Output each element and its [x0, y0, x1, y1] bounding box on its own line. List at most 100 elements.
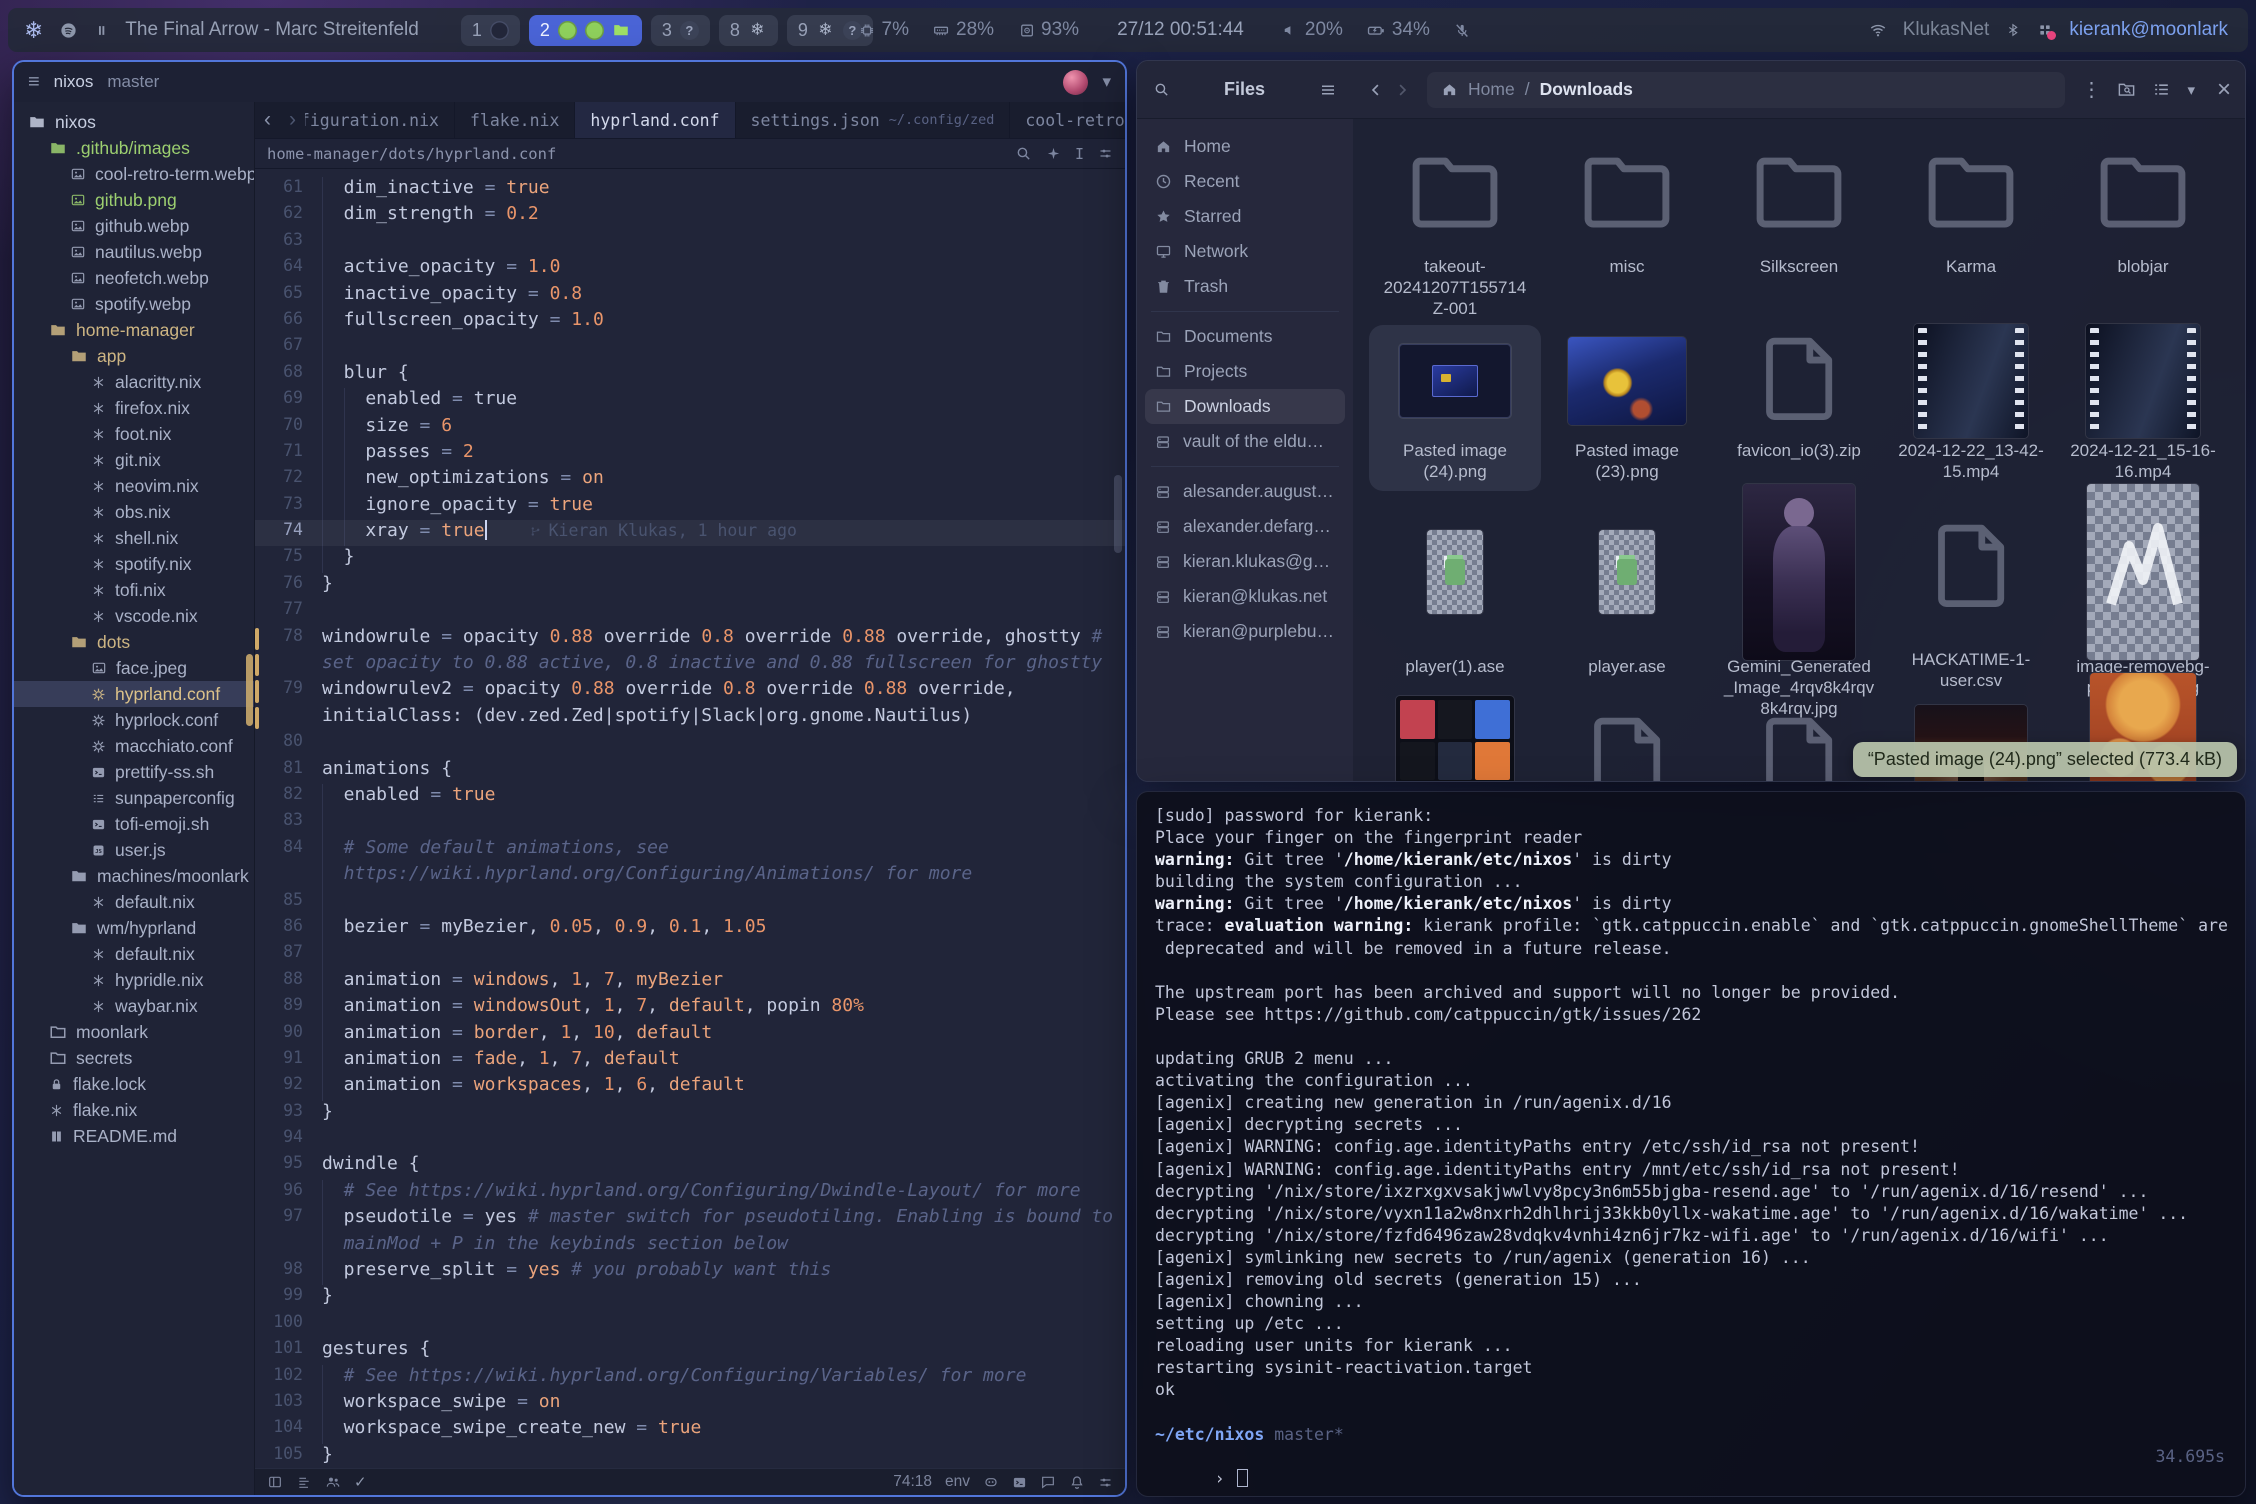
code-line-81[interactable]: 81animations {	[255, 758, 1125, 784]
sidebar-item-kieran-klukas-net[interactable]: kieran@klukas.net	[1145, 579, 1345, 614]
avatar[interactable]	[1063, 70, 1088, 95]
tree-item-wm/hyprland[interactable]: wm/hyprland	[14, 915, 254, 941]
file-item-player.ase[interactable]: player.ase	[1541, 491, 1713, 697]
code-line-70[interactable]: 70 size = 6	[255, 415, 1125, 441]
tree-item-github.webp[interactable]: github.webp	[14, 213, 254, 239]
tree-item-git.nix[interactable]: git.nix	[14, 447, 254, 473]
tree-item-neovim.nix[interactable]: neovim.nix	[14, 473, 254, 499]
tree-item-machines/moonlark[interactable]: machines/moonlark	[14, 863, 254, 889]
prompt-line[interactable]: › 34.695s	[1155, 1446, 2227, 1497]
tree-item-user.js[interactable]: JSuser.js	[14, 837, 254, 863]
tree-item-shell.nix[interactable]: shell.nix	[14, 525, 254, 551]
tree-item-waybar.nix[interactable]: waybar.nix	[14, 993, 254, 1019]
tree-item-default.nix[interactable]: default.nix	[14, 889, 254, 915]
file-item-player(1).ase[interactable]: player(1).ase	[1369, 491, 1541, 697]
tree-item-spotify.nix[interactable]: spotify.nix	[14, 551, 254, 577]
file-item-Silkscreen[interactable]: Silkscreen	[1713, 133, 1885, 325]
outline-panel-icon[interactable]	[296, 1474, 312, 1490]
crumb-home[interactable]: Home	[1468, 79, 1515, 100]
sidebar-item-trash[interactable]: Trash	[1145, 269, 1345, 304]
hamburger-menu-icon[interactable]	[1319, 81, 1337, 99]
cursor-position[interactable]: 74:18	[893, 1473, 932, 1491]
tree-item-app[interactable]: app	[14, 343, 254, 369]
code-line-96[interactable]: 96 # See https://wiki.hyprland.org/Confi…	[255, 1180, 1125, 1206]
code-line-95[interactable]: 95dwindle {	[255, 1153, 1125, 1179]
kebab-menu-icon[interactable]: ⋮	[2081, 77, 2101, 102]
code-line-77[interactable]: 77	[255, 599, 1125, 625]
code-line-86[interactable]: 86 bezier = myBezier, 0.05, 0.9, 0.1, 1.…	[255, 916, 1125, 942]
code-line-75[interactable]: 75 }	[255, 546, 1125, 572]
sidebar-item-home[interactable]: Home	[1145, 129, 1345, 164]
code-line-78[interactable]: 78windowrule = opacity 0.88 override 0.8…	[255, 626, 1125, 652]
close-icon[interactable]: ×	[2217, 76, 2231, 104]
code-line-64[interactable]: 64 active_opacity = 1.0	[255, 256, 1125, 282]
back-icon[interactable]	[1367, 81, 1385, 99]
notifications-icon[interactable]	[2037, 22, 2053, 38]
sidebar-item-network[interactable]: Network	[1145, 234, 1345, 269]
workspace-1[interactable]: 1	[461, 15, 520, 46]
terminal-panel-icon[interactable]	[1012, 1475, 1027, 1490]
clock[interactable]: 27/12 00:51:44	[1117, 19, 1244, 41]
tree-item-sunpaperconfig[interactable]: sunpaperconfig	[14, 785, 254, 811]
code-line-93[interactable]: 93}	[255, 1101, 1125, 1127]
media-title[interactable]: The Final Arrow - Marc Streitenfeld	[125, 19, 419, 41]
cursor-mode-icon[interactable]: I	[1075, 145, 1084, 163]
view-options-icon[interactable]: ▾	[2187, 81, 2195, 99]
sidebar-item-starred[interactable]: Starred	[1145, 199, 1345, 234]
sidebar-item-documents[interactable]: Documents	[1145, 319, 1345, 354]
file-item-2024-12-21_15-16-16.mp4[interactable]: 2024-12-21_15-16-16.mp4	[2057, 325, 2229, 491]
tree-item-.github/images[interactable]: .github/images	[14, 135, 254, 161]
folder-search-icon[interactable]	[2117, 80, 2136, 99]
search-icon[interactable]	[1153, 81, 1170, 98]
code-line-62[interactable]: 62 dim_strength = 0.2	[255, 203, 1125, 229]
copilot-icon[interactable]	[983, 1474, 999, 1490]
file-item-DoubloonLeaderboard.csv[interactable]: DoubloonLeaderboard.csv	[1541, 697, 1713, 781]
network-name[interactable]: KlukasNet	[1903, 19, 1990, 41]
code-line-72[interactable]: 72 new_optimizations = on	[255, 467, 1125, 493]
code-line-91[interactable]: 91 animation = fade, 1, 7, default	[255, 1048, 1125, 1074]
breadcrumb[interactable]: home-manager/dots/hyprland.conf	[267, 145, 556, 163]
code-line-99[interactable]: 99}	[255, 1285, 1125, 1311]
code-line-98[interactable]: 98 preserve_split = yes # you probably w…	[255, 1259, 1125, 1285]
file-item-blobjar[interactable]: blobjar	[2057, 133, 2229, 325]
file-item-Pasted image (24).png[interactable]: Pasted image (24).png	[1369, 325, 1541, 491]
pause-icon[interactable]	[94, 23, 109, 38]
git-branch[interactable]: master	[107, 72, 159, 92]
editor[interactable]: 61 dim_inactive = true62 dim_strength = …	[255, 169, 1125, 1468]
code-line-wrap[interactable]: initialClass: (dev.zed.Zed|spotify|Slack…	[255, 705, 1125, 731]
assistant-panel-icon[interactable]	[1040, 1474, 1056, 1490]
diagnostics-ok-icon[interactable]: ✓	[354, 1473, 367, 1491]
tree-item-hyprlock.conf[interactable]: hyprlock.conf	[14, 707, 254, 733]
tree-item-neofetch.webp[interactable]: neofetch.webp	[14, 265, 254, 291]
tree-item-nautilus.webp[interactable]: nautilus.webp	[14, 239, 254, 265]
forward-icon[interactable]	[1393, 81, 1411, 99]
code-line-wrap[interactable]: mainMod + P in the keybinds section belo…	[255, 1233, 1125, 1259]
file-item-image-removebg-preview(1).png[interactable]: image-removebg-preview(1).png	[2057, 491, 2229, 697]
code-line-100[interactable]: 100	[255, 1312, 1125, 1338]
nixos-logo-icon[interactable]: ❄	[24, 17, 43, 44]
code-line-65[interactable]: 65 inactive_opacity = 0.8	[255, 283, 1125, 309]
editor-scrollbar[interactable]	[1114, 475, 1122, 553]
code-line-97[interactable]: 97 pseudotile = yes # master switch for …	[255, 1206, 1125, 1232]
chevron-down-icon[interactable]: ▾	[1102, 72, 1111, 92]
sidebar-item-alexander-defarg-[interactable]: alexander.defarg…	[1145, 509, 1345, 544]
tree-item-macchiato.conf[interactable]: macchiato.conf	[14, 733, 254, 759]
tree-item-face.jpeg[interactable]: face.jpeg	[14, 655, 254, 681]
tree-item-home-manager[interactable]: home-manager	[14, 317, 254, 343]
code-line-90[interactable]: 90 animation = border, 1, 10, default	[255, 1022, 1125, 1048]
code-line-73[interactable]: 73 ignore_opacity = true	[255, 494, 1125, 520]
code-line-89[interactable]: 89 animation = windowsOut, 1, 7, default…	[255, 995, 1125, 1021]
sidebar-item-kieran-klukas-g-[interactable]: kieran.klukas@g…	[1145, 544, 1345, 579]
user-host[interactable]: kierank@moonlark	[2069, 19, 2228, 41]
file-item-Gemini_Generated_Image_4rqv8k4rqv8k4rqv.jpg[interactable]: Gemini_Generated_Image_4rqv8k4rqv8k4rqv.…	[1713, 491, 1885, 697]
code-line-67[interactable]: 67	[255, 335, 1125, 361]
code-line-63[interactable]: 63	[255, 230, 1125, 256]
file-item-favicon_io(3).zip[interactable]: favicon_io(3).zip	[1713, 325, 1885, 491]
volume-stat[interactable]: 20%	[1282, 19, 1343, 41]
tree-item-cool-retro-term.webp[interactable]: cool-retro-term.webp	[14, 161, 254, 187]
tree-item-flake.lock[interactable]: flake.lock	[14, 1071, 254, 1097]
nav-forward-icon[interactable]: ›	[280, 102, 305, 138]
code-line-wrap[interactable]: set opacity to 0.88 active, 0.8 inactive…	[255, 652, 1125, 678]
code-line-103[interactable]: 103 workspace_swipe = on	[255, 1391, 1125, 1417]
tree-item-flake.nix[interactable]: flake.nix	[14, 1097, 254, 1123]
